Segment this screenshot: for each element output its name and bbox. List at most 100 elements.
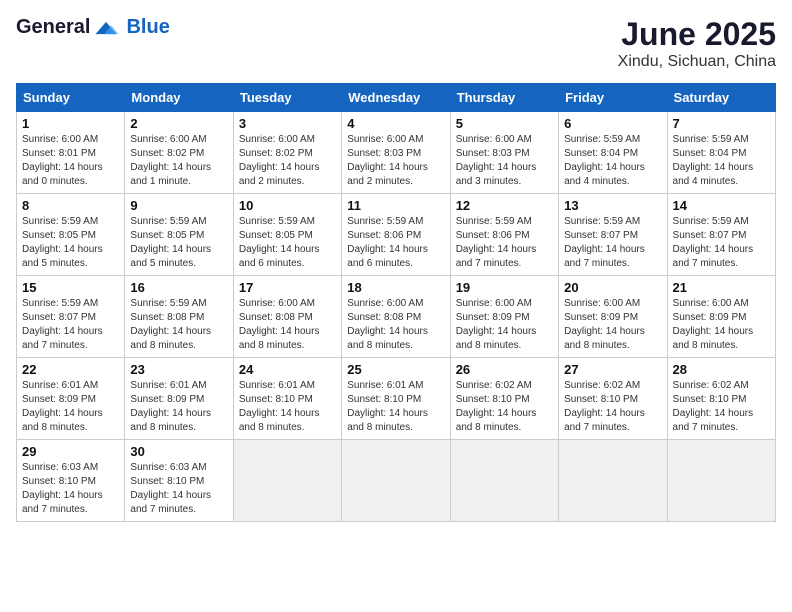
- week-row-3: 15 Sunrise: 5:59 AMSunset: 8:07 PMDayligh…: [17, 276, 776, 358]
- day-number: 23: [130, 362, 227, 377]
- calendar-cell-20: 20Sunrise: 6:00 AMSunset: 8:09 PMDayligh…: [559, 276, 667, 358]
- calendar-subtitle: Xindu, Sichuan, China: [618, 53, 776, 71]
- day-number: 13: [564, 198, 661, 213]
- col-tuesday: Tuesday: [233, 84, 341, 112]
- day-info: Sunrise: 5:59 AMSunset: 8:07 PMDaylight:…: [22, 297, 119, 353]
- calendar-cell-empty: [342, 440, 450, 522]
- calendar-cell-empty: [450, 440, 558, 522]
- day-number: 29: [22, 444, 119, 459]
- week-row-1: 1 Sunrise: 6:00 AMSunset: 8:01 PMDaylight…: [17, 112, 776, 194]
- day-info: Sunrise: 6:00 AMSunset: 8:02 PMDaylight:…: [239, 133, 336, 189]
- calendar-cell-11: 11Sunrise: 5:59 AMSunset: 8:06 PMDayligh…: [342, 194, 450, 276]
- day-number: 7: [673, 116, 770, 131]
- day-info: Sunrise: 5:59 AMSunset: 8:04 PMDaylight:…: [673, 133, 770, 189]
- calendar-cell-12: 12 Sunrise: 5:59 AMSunset: 8:06 PMDayligh…: [450, 194, 558, 276]
- calendar-cell-8: 8Sunrise: 5:59 AMSunset: 8:05 PMDaylight…: [17, 194, 125, 276]
- title-area: June 2025 Xindu, Sichuan, China: [618, 16, 776, 71]
- calendar-cell-empty: [667, 440, 775, 522]
- calendar-cell-9: 9 Sunrise: 5:59 AMSunset: 8:05 PMDaylight…: [125, 194, 233, 276]
- calendar-cell-26: 26 Sunrise: 6:02 AMSunset: 8:10 PMDayligh…: [450, 358, 558, 440]
- calendar-cell-29: 29 Sunrise: 6:03 AMSunset: 8:10 PMDayligh…: [17, 440, 125, 522]
- day-number: 5: [456, 116, 553, 131]
- day-number: 20: [564, 280, 661, 295]
- day-number: 22: [22, 362, 119, 377]
- calendar-cell-5: 5Sunrise: 6:00 AMSunset: 8:03 PMDaylight…: [450, 112, 558, 194]
- calendar-cell-3: 3Sunrise: 6:00 AMSunset: 8:02 PMDaylight…: [233, 112, 341, 194]
- calendar-cell-24: 24Sunrise: 6:01 AMSunset: 8:10 PMDayligh…: [233, 358, 341, 440]
- day-info: Sunrise: 6:02 AMSunset: 8:10 PMDaylight:…: [456, 379, 553, 435]
- day-number: 6: [564, 116, 661, 131]
- day-info: Sunrise: 6:02 AMSunset: 8:10 PMDaylight:…: [564, 379, 661, 435]
- day-info: Sunrise: 6:03 AMSunset: 8:10 PMDaylight:…: [22, 461, 119, 517]
- day-info: Sunrise: 6:00 AMSunset: 8:01 PMDaylight:…: [22, 133, 119, 189]
- day-info: Sunrise: 6:00 AMSunset: 8:09 PMDaylight:…: [673, 297, 770, 353]
- calendar-cell-16: 16 Sunrise: 5:59 AMSunset: 8:08 PMDayligh…: [125, 276, 233, 358]
- day-number: 2: [130, 116, 227, 131]
- day-info: Sunrise: 5:59 AMSunset: 8:05 PMDaylight:…: [130, 215, 227, 271]
- logo-general: General: [16, 16, 90, 39]
- calendar-cell-21: 21 Sunrise: 6:00 AMSunset: 8:09 PMDayligh…: [667, 276, 775, 358]
- calendar-cell-10: 10Sunrise: 5:59 AMSunset: 8:05 PMDayligh…: [233, 194, 341, 276]
- col-friday: Friday: [559, 84, 667, 112]
- calendar-cell-25: 25 Sunrise: 6:01 AMSunset: 8:10 PMDayligh…: [342, 358, 450, 440]
- day-number: 17: [239, 280, 336, 295]
- col-saturday: Saturday: [667, 84, 775, 112]
- day-info: Sunrise: 6:01 AMSunset: 8:09 PMDaylight:…: [130, 379, 227, 435]
- day-info: Sunrise: 5:59 AMSunset: 8:04 PMDaylight:…: [564, 133, 661, 189]
- day-number: 28: [673, 362, 770, 377]
- day-number: 12: [456, 198, 553, 213]
- calendar-cell-19: 19 Sunrise: 6:00 AMSunset: 8:09 PMDayligh…: [450, 276, 558, 358]
- calendar-cell-empty: [559, 440, 667, 522]
- calendar-cell-23: 23 Sunrise: 6:01 AMSunset: 8:09 PMDayligh…: [125, 358, 233, 440]
- day-number: 4: [347, 116, 444, 131]
- day-info: Sunrise: 6:00 AMSunset: 8:08 PMDaylight:…: [239, 297, 336, 353]
- day-number: 24: [239, 362, 336, 377]
- calendar-cell-1: 1 Sunrise: 6:00 AMSunset: 8:01 PMDaylight…: [17, 112, 125, 194]
- day-number: 19: [456, 280, 553, 295]
- calendar-cell-13: 13 Sunrise: 5:59 AMSunset: 8:07 PMDayligh…: [559, 194, 667, 276]
- day-number: 21: [673, 280, 770, 295]
- day-info: Sunrise: 5:59 AMSunset: 8:07 PMDaylight:…: [673, 215, 770, 271]
- week-row-4: 22 Sunrise: 6:01 AMSunset: 8:09 PMDayligh…: [17, 358, 776, 440]
- day-info: Sunrise: 6:00 AMSunset: 8:03 PMDaylight:…: [347, 133, 444, 189]
- day-number: 15: [22, 280, 119, 295]
- calendar-cell-18: 18 Sunrise: 6:00 AMSunset: 8:08 PMDayligh…: [342, 276, 450, 358]
- calendar-cell-14: 14Sunrise: 5:59 AMSunset: 8:07 PMDayligh…: [667, 194, 775, 276]
- calendar-cell-6: 6 Sunrise: 5:59 AMSunset: 8:04 PMDaylight…: [559, 112, 667, 194]
- logo-blue: Blue: [126, 16, 169, 39]
- day-info: Sunrise: 5:59 AMSunset: 8:06 PMDaylight:…: [456, 215, 553, 271]
- col-wednesday: Wednesday: [342, 84, 450, 112]
- calendar-cell-15: 15 Sunrise: 5:59 AMSunset: 8:07 PMDayligh…: [17, 276, 125, 358]
- col-sunday: Sunday: [17, 84, 125, 112]
- calendar-cell-2: 2 Sunrise: 6:00 AMSunset: 8:02 PMDaylight…: [125, 112, 233, 194]
- day-info: Sunrise: 6:00 AMSunset: 8:02 PMDaylight:…: [130, 133, 227, 189]
- day-info: Sunrise: 6:00 AMSunset: 8:08 PMDaylight:…: [347, 297, 444, 353]
- calendar-table: Sunday Monday Tuesday Wednesday Thursday…: [16, 83, 776, 522]
- col-monday: Monday: [125, 84, 233, 112]
- day-info: Sunrise: 6:00 AMSunset: 8:09 PMDaylight:…: [456, 297, 553, 353]
- day-info: Sunrise: 6:01 AMSunset: 8:10 PMDaylight:…: [347, 379, 444, 435]
- day-number: 30: [130, 444, 227, 459]
- calendar-cell-28: 28Sunrise: 6:02 AMSunset: 8:10 PMDayligh…: [667, 358, 775, 440]
- calendar-cell-empty: [233, 440, 341, 522]
- col-thursday: Thursday: [450, 84, 558, 112]
- day-info: Sunrise: 5:59 AMSunset: 8:08 PMDaylight:…: [130, 297, 227, 353]
- day-number: 11: [347, 198, 444, 213]
- calendar-cell-22: 22 Sunrise: 6:01 AMSunset: 8:09 PMDayligh…: [17, 358, 125, 440]
- day-number: 27: [564, 362, 661, 377]
- day-number: 26: [456, 362, 553, 377]
- day-number: 16: [130, 280, 227, 295]
- day-info: Sunrise: 5:59 AMSunset: 8:07 PMDaylight:…: [564, 215, 661, 271]
- logo-icon: [92, 18, 120, 38]
- calendar-cell-4: 4 Sunrise: 6:00 AMSunset: 8:03 PMDaylight…: [342, 112, 450, 194]
- day-number: 9: [130, 198, 227, 213]
- day-info: Sunrise: 6:01 AMSunset: 8:09 PMDaylight:…: [22, 379, 119, 435]
- day-number: 25: [347, 362, 444, 377]
- day-number: 8: [22, 198, 119, 213]
- day-number: 18: [347, 280, 444, 295]
- day-info: Sunrise: 5:59 AMSunset: 8:05 PMDaylight:…: [239, 215, 336, 271]
- day-number: 1: [22, 116, 119, 131]
- calendar-cell-7: 7 Sunrise: 5:59 AMSunset: 8:04 PMDaylight…: [667, 112, 775, 194]
- calendar-cell-17: 17 Sunrise: 6:00 AMSunset: 8:08 PMDayligh…: [233, 276, 341, 358]
- logo: General Blue: [16, 16, 170, 39]
